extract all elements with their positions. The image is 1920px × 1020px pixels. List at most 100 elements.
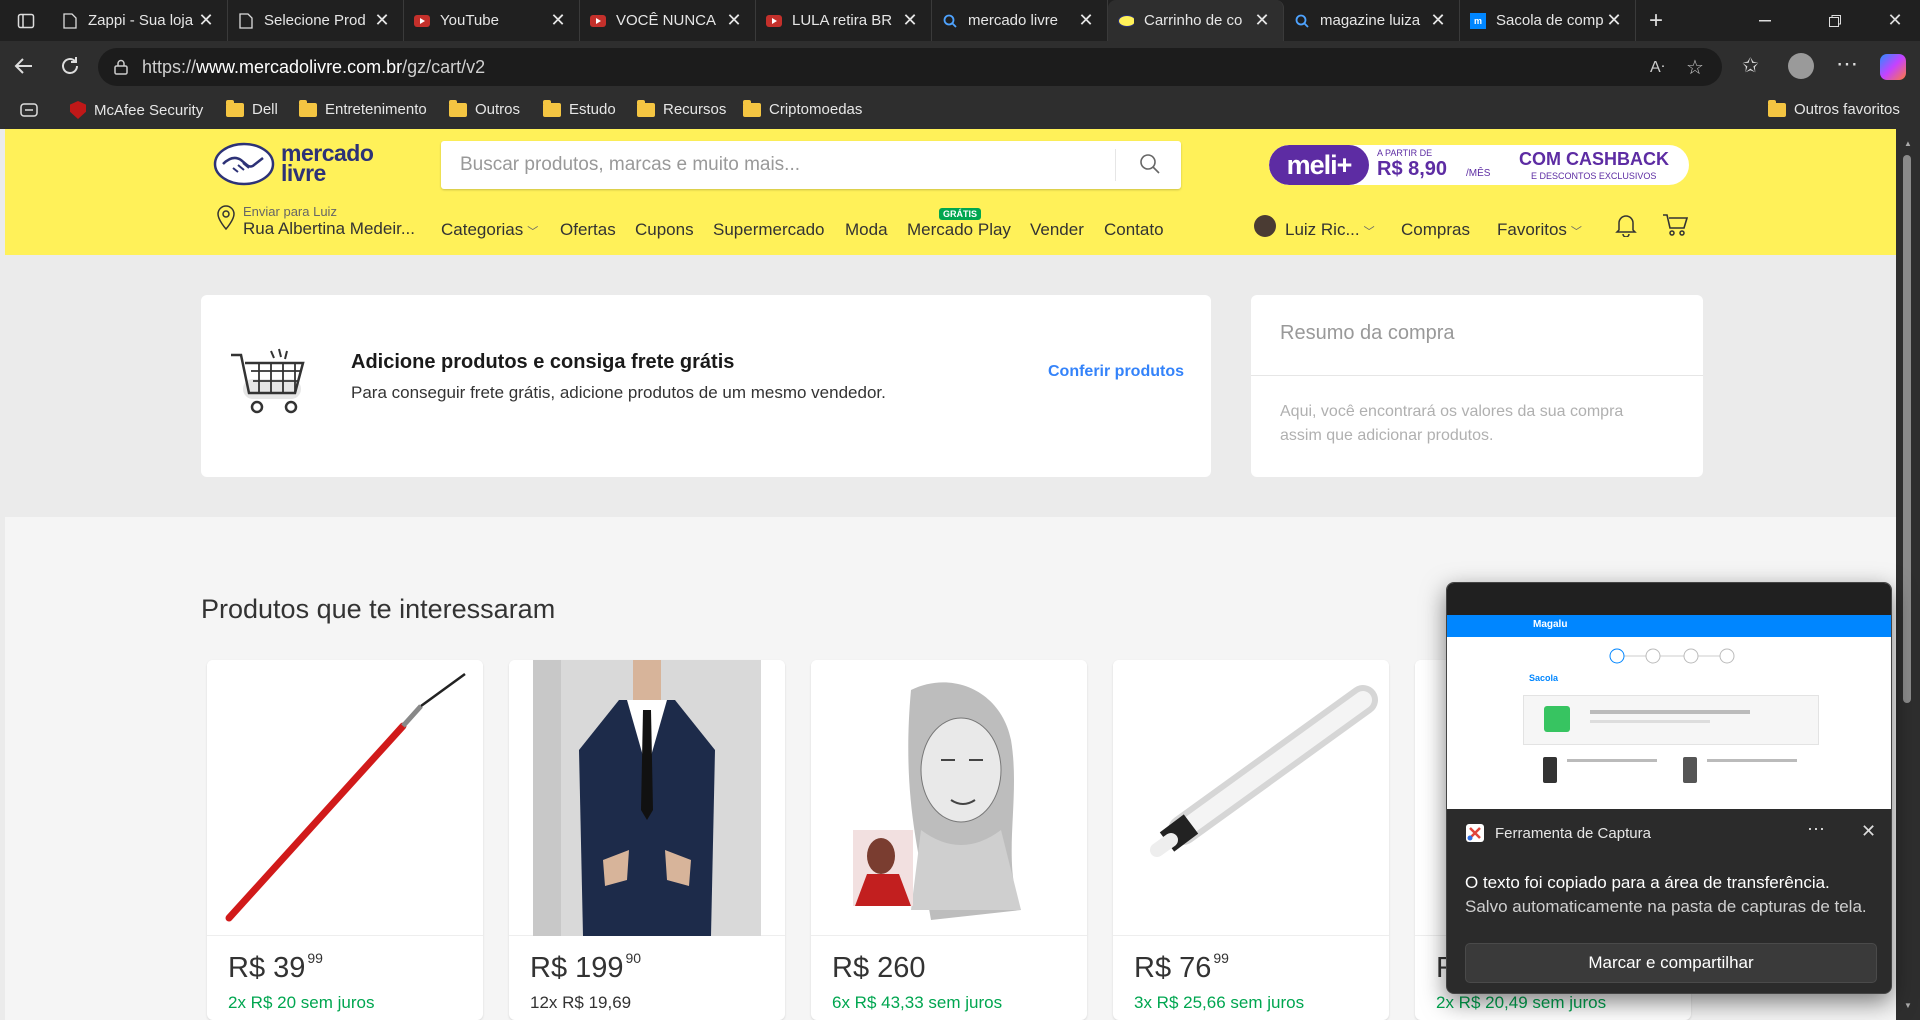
mark-and-share-button[interactable]: Marcar e compartilhar (1465, 943, 1877, 983)
nav-contato[interactable]: Contato (1104, 220, 1164, 240)
shipping-address[interactable]: Enviar para Luiz Rua Albertina Medeir... (213, 201, 423, 245)
screenshot-preview[interactable]: Magalu Sacola (1447, 583, 1891, 809)
browser-tab[interactable]: m Sacola de comp ✕ (1460, 0, 1636, 41)
product-card[interactable]: R$ 199 90 12x R$ 19,69 (509, 660, 785, 1020)
price-cents: 99 (1213, 950, 1229, 966)
bookmark-folder-outros[interactable]: Outros (449, 99, 520, 118)
product-card[interactable]: R$ 260 6x R$ 43,33 sem juros (811, 660, 1087, 1020)
browser-tab-active[interactable]: Carrinho de co ✕ (1108, 0, 1284, 41)
shopping-cart-icon (229, 347, 315, 422)
user-menu[interactable]: Luiz Ric... ﹀ (1285, 220, 1375, 240)
bookmark-folder-criptomoedas[interactable]: Criptomoedas (743, 99, 862, 118)
close-tab-icon[interactable]: ✕ (195, 10, 217, 31)
copilot-icon[interactable] (1880, 54, 1906, 80)
address-text: Rua Albertina Medeir... (243, 219, 415, 238)
browser-tab[interactable]: LULA retira BR ✕ (756, 0, 932, 41)
close-tab-icon[interactable]: ✕ (1251, 10, 1273, 31)
close-tab-icon[interactable]: ✕ (723, 10, 745, 31)
nav-label: Categorias (441, 220, 524, 239)
promo-small: A PARTIR DE (1377, 148, 1433, 158)
close-tab-icon[interactable]: ✕ (1075, 10, 1097, 31)
nav-mercado-play[interactable]: Mercado Play (907, 220, 1011, 240)
price-value: R$ 76 (1134, 952, 1212, 984)
nav-moda[interactable]: Moda (845, 220, 888, 240)
nav-ofertas[interactable]: Ofertas (560, 220, 616, 240)
snipping-tool-notification[interactable]: Magalu Sacola Ferramenta de Captura ⋯ ✕ … (1446, 582, 1892, 994)
site-header: mercado livre Buscar produtos, marcas e … (5, 129, 1896, 255)
price-value: R$ 199 (530, 952, 624, 984)
close-tab-icon[interactable]: ✕ (547, 10, 569, 31)
bookmark-folder-recursos[interactable]: Recursos (637, 99, 726, 118)
notification-message: O texto foi copiado para a área de trans… (1465, 873, 1830, 892)
settings-more-icon[interactable]: ⋯ (1836, 51, 1858, 77)
bookmark-folder-estudo[interactable]: Estudo (543, 99, 616, 118)
browser-tab[interactable]: Zappi - Sua loja ✕ (52, 0, 228, 41)
tab-actions-icon[interactable] (0, 0, 52, 41)
close-tab-icon[interactable]: ✕ (1603, 10, 1625, 31)
back-icon[interactable] (12, 54, 36, 83)
bookmarks-toggle-icon[interactable] (20, 103, 38, 117)
bookmark-folder-entretenimento[interactable]: Entretenimento (299, 99, 427, 118)
bookmark-label: Dell (252, 101, 278, 118)
scroll-up-icon[interactable]: ▲ (1904, 139, 1912, 148)
tab-title: YouTube (440, 12, 499, 29)
favorites-icon[interactable]: ✩ (1742, 53, 1759, 78)
reload-icon[interactable] (58, 54, 82, 83)
nav-vender[interactable]: Vender (1030, 220, 1084, 240)
close-tab-icon[interactable]: ✕ (899, 10, 921, 31)
search-icon (1294, 13, 1310, 29)
browser-tab[interactable]: magazine luiza ✕ (1284, 0, 1460, 41)
browser-tab[interactable]: YouTube ✕ (404, 0, 580, 41)
user-avatar[interactable] (1254, 215, 1276, 237)
meli-plus-banner[interactable]: meli+ A PARTIR DE R$ 8,90 /MÊS COM CASHB… (1269, 145, 1689, 185)
browser-tab[interactable]: Selecione Prod ✕ (228, 0, 404, 41)
more-options-icon[interactable]: ⋯ (1807, 819, 1825, 840)
mcafee-icon (70, 101, 86, 119)
tab-title: mercado livre (968, 12, 1059, 29)
nav-cupons[interactable]: Cupons (635, 220, 694, 240)
bell-icon[interactable] (1615, 213, 1637, 242)
bookmark-folder-other-favorites[interactable]: Outros favoritos (1768, 99, 1900, 118)
close-icon[interactable]: ✕ (1861, 821, 1876, 842)
ship-to-label: Enviar para Luiz (243, 204, 337, 219)
minimize-button[interactable] (1740, 0, 1790, 41)
browser-tab[interactable]: VOCÊ NUNCA ✕ (580, 0, 756, 41)
search-icon[interactable] (1139, 153, 1161, 181)
close-window-button[interactable]: ✕ (1870, 0, 1920, 41)
site-info-icon[interactable] (112, 58, 130, 81)
close-tab-icon[interactable]: ✕ (1427, 10, 1449, 31)
magalu-icon: m (1470, 12, 1486, 29)
bookmark-folder-dell[interactable]: Dell (226, 99, 278, 118)
page-scrollbar[interactable]: ▲ ▼ (1896, 129, 1920, 1020)
folder-icon (299, 99, 317, 117)
nav-categorias[interactable]: Categorias ﹀ (441, 220, 538, 240)
scroll-down-icon[interactable]: ▼ (1904, 1001, 1912, 1010)
product-card[interactable]: R$ 76 99 3x R$ 25,66 sem juros (1113, 660, 1389, 1020)
nav-label: Favoritos (1497, 220, 1567, 239)
section-title: Produtos que te interessaram (201, 594, 556, 624)
restore-button[interactable] (1810, 0, 1860, 41)
summary-divider (1251, 375, 1703, 376)
nav-compras[interactable]: Compras (1401, 220, 1470, 240)
read-aloud-icon[interactable]: Aᐧ (1650, 57, 1665, 77)
product-card[interactable]: R$ 39 99 2x R$ 20 sem juros (207, 660, 483, 1020)
youtube-icon (590, 13, 606, 29)
nav-supermercado[interactable]: Supermercado (713, 220, 825, 240)
favorite-star-icon[interactable]: ☆ (1686, 55, 1704, 80)
url-field[interactable]: https://www.mercadolivre.com.br/gz/cart/… (98, 48, 1722, 86)
bookmark-mcafee[interactable]: McAfee Security (70, 101, 203, 119)
close-tab-icon[interactable]: ✕ (371, 10, 393, 31)
search-input[interactable]: Buscar produtos, marcas e muito mais... (441, 141, 1181, 189)
scrollbar-thumb[interactable] (1903, 155, 1911, 703)
cart-icon[interactable] (1662, 213, 1689, 242)
nav-favoritos[interactable]: Favoritos ﹀ (1497, 220, 1582, 240)
preview-title: Sacola (1529, 673, 1559, 683)
folder-icon (743, 99, 761, 117)
new-tab-button[interactable]: + (1636, 0, 1676, 41)
browser-tab[interactable]: mercado livre ✕ (932, 0, 1108, 41)
profile-avatar[interactable] (1788, 53, 1814, 79)
conferir-produtos-link[interactable]: Conferir produtos (1048, 363, 1184, 381)
product-image (1113, 660, 1389, 936)
mercadolivre-logo[interactable]: mercado livre (213, 142, 389, 190)
price-value: R$ 260 (832, 952, 926, 984)
